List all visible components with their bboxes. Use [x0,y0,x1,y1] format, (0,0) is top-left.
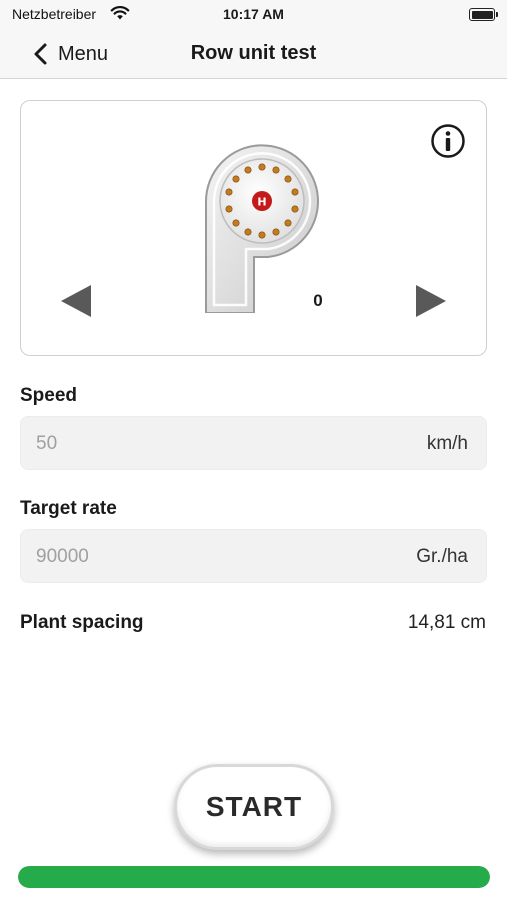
page-title: Row unit test [190,42,317,64]
speed-value: 50 [36,433,58,454]
arrow-left-icon[interactable] [59,283,93,319]
target-rate-input[interactable]: 90000 Gr./ha [20,529,487,583]
navigation-bar: Menu Row unit test [0,30,507,79]
plant-spacing-value: 14,81 cm [407,612,486,633]
progress-bar [18,866,490,888]
speed-input[interactable]: 50 km/h [20,416,487,470]
arrow-right-icon[interactable] [414,283,448,319]
plant-spacing-label: Plant spacing [20,612,144,633]
status-bar: Netzbetreiber 10:17 AM [0,0,507,30]
clock: 10:17 AM [223,6,284,22]
start-button[interactable]: START [174,764,334,850]
speed-unit: km/h [426,433,468,454]
battery-icon [469,8,498,21]
target-rate-unit: Gr./ha [416,546,468,567]
row-unit-card: H 0 [20,100,487,356]
svg-text:H: H [257,196,266,209]
row-unit-number: 0 [313,291,323,310]
target-rate-value: 90000 [36,546,89,567]
info-icon[interactable] [430,123,466,159]
target-rate-label: Target rate [20,498,117,519]
speed-label: Speed [20,385,78,406]
progress-bar-fill [18,866,490,888]
seed-meter-graphic: H [205,144,319,313]
